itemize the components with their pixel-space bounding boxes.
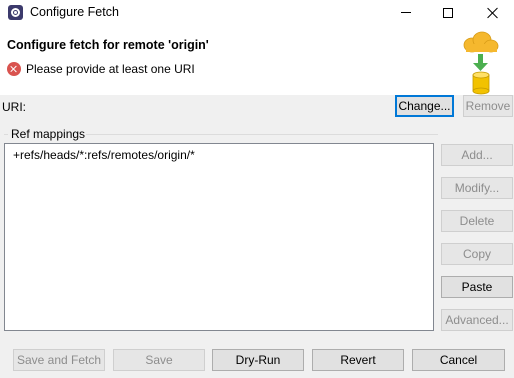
close-icon [487, 7, 499, 19]
delete-button[interactable]: Delete [441, 210, 513, 232]
window-title: Configure Fetch [30, 5, 119, 19]
header-title: Configure fetch for remote 'origin' [7, 38, 209, 52]
eclipse-app-icon [8, 5, 23, 20]
cancel-button[interactable]: Cancel [412, 349, 505, 371]
paste-button[interactable]: Paste [441, 276, 513, 298]
add-button[interactable]: Add... [441, 144, 513, 166]
modify-button[interactable]: Modify... [441, 177, 513, 199]
uri-label: URI: [2, 100, 26, 114]
error-message: Please provide at least one URI [26, 62, 195, 76]
change-uri-button[interactable]: Change... [395, 95, 454, 117]
ref-mappings-list[interactable]: +refs/heads/*:refs/remotes/origin/* [4, 143, 434, 331]
advanced-button[interactable]: Advanced... [441, 309, 513, 331]
list-item[interactable]: +refs/heads/*:refs/remotes/origin/* [13, 148, 195, 162]
dry-run-button[interactable]: Dry-Run [212, 349, 304, 371]
error-icon [7, 62, 21, 76]
title-bar: Configure Fetch [0, 0, 514, 25]
remove-uri-button[interactable]: Remove [463, 95, 513, 117]
save-and-fetch-button[interactable]: Save and Fetch [13, 349, 105, 371]
ref-mappings-label: Ref mappings [10, 127, 87, 141]
minimize-icon [401, 12, 411, 13]
cloud-fetch-database-icon [463, 31, 499, 95]
minimize-button[interactable] [383, 0, 429, 25]
maximize-icon [443, 7, 453, 18]
close-button[interactable] [470, 0, 514, 25]
copy-button[interactable]: Copy [441, 243, 513, 265]
group-border [86, 134, 438, 135]
dialog-header: Configure fetch for remote 'origin' Plea… [0, 25, 514, 95]
save-button[interactable]: Save [113, 349, 205, 371]
revert-button[interactable]: Revert [312, 349, 404, 371]
group-border [4, 134, 8, 135]
maximize-button[interactable] [425, 0, 471, 25]
